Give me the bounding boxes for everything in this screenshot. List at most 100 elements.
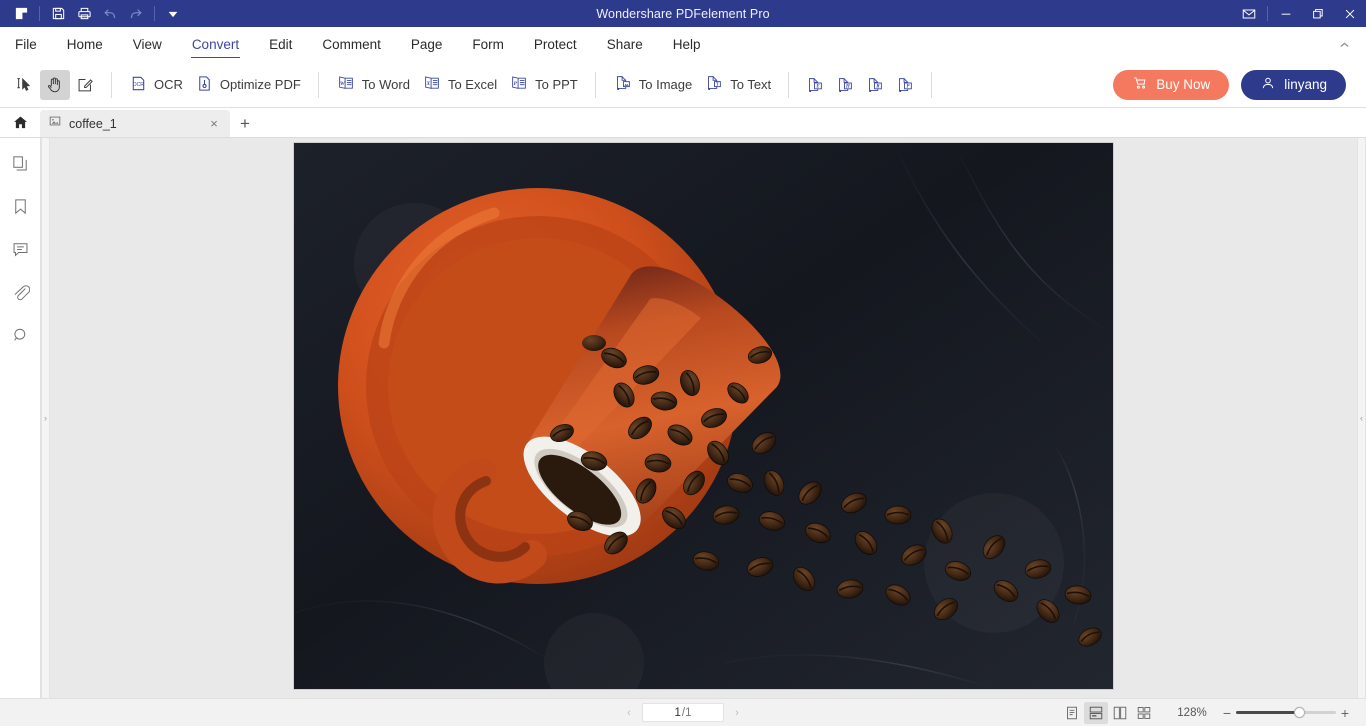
panel-attachments[interactable]	[8, 280, 32, 304]
optimize-pdf-icon	[195, 74, 214, 96]
menu-item-view[interactable]: View	[118, 27, 177, 62]
application-window: Wondershare PDFelement Pro File Home Vie…	[0, 0, 1366, 726]
svg-text:R: R	[876, 83, 880, 89]
to-epub-icon[interactable]: E	[800, 70, 830, 100]
collapse-ribbon-chevron-up-icon[interactable]	[1322, 27, 1366, 62]
menu-item-comment[interactable]: Comment	[307, 27, 396, 62]
divider	[111, 71, 112, 98]
slider-knob[interactable]	[1294, 707, 1305, 718]
status-bar: ‹ 1 /1 › 128% − +	[0, 698, 1366, 726]
print-icon[interactable]	[71, 2, 97, 25]
panel-thumbnails[interactable]	[8, 151, 32, 175]
title-bar: Wondershare PDFelement Pro	[0, 0, 1366, 27]
menu-item-page[interactable]: Page	[396, 27, 458, 62]
document-tab[interactable]: coffee_1 ×	[40, 110, 230, 137]
coffee-photo	[294, 143, 1113, 689]
quick-access-toolbar	[0, 2, 186, 25]
window-controls	[1233, 0, 1366, 27]
panel-search[interactable]	[8, 323, 32, 347]
optimize-pdf-label: Optimize PDF	[219, 77, 301, 92]
mail-icon[interactable]	[1233, 0, 1265, 27]
window-title: Wondershare PDFelement Pro	[596, 6, 770, 21]
divider	[1267, 6, 1268, 21]
divider	[594, 71, 596, 98]
pdf-page	[294, 143, 1113, 689]
divider	[317, 71, 319, 98]
to-pdfa-icon[interactable]: P	[890, 70, 920, 100]
page-number-input[interactable]: 1 /1	[642, 703, 724, 722]
save-icon[interactable]	[45, 2, 71, 25]
menu-item-convert[interactable]: Convert	[177, 27, 254, 62]
home-icon[interactable]	[0, 108, 40, 137]
optimize-pdf-button[interactable]: Optimize PDF	[189, 70, 307, 100]
user-icon	[1260, 75, 1276, 94]
to-word-icon: W	[336, 73, 356, 96]
ocr-button[interactable]: OCR OCR	[123, 70, 189, 100]
to-text-button[interactable]: T To Text	[698, 70, 777, 100]
to-image-icon	[613, 73, 633, 96]
buy-now-label: Buy Now	[1156, 77, 1211, 92]
slider-fill	[1236, 711, 1298, 714]
restore-icon[interactable]	[1302, 0, 1334, 27]
account-label: linyang	[1284, 77, 1327, 92]
new-tab-button[interactable]: +	[230, 110, 260, 137]
divider	[39, 6, 40, 21]
to-rtf-icon[interactable]: R	[860, 70, 890, 100]
ribbon-toolbar: OCR OCR Optimize PDF W To Word X To Exce…	[0, 62, 1366, 108]
close-tab-icon[interactable]: ×	[206, 116, 222, 132]
current-page-value: 1	[674, 706, 681, 719]
menu-item-form[interactable]: Form	[457, 27, 519, 62]
workspace: › ‹	[0, 137, 1366, 698]
to-image-label: To Image	[638, 77, 693, 92]
hand-tool-icon[interactable]	[40, 69, 70, 100]
ribbon-right-actions: Buy Now linyang	[1113, 69, 1366, 100]
menu-item-protect[interactable]: Protect	[519, 27, 592, 62]
svg-text:T: T	[716, 82, 719, 87]
redo-icon[interactable]	[123, 2, 149, 25]
buy-now-button[interactable]: Buy Now	[1113, 69, 1230, 100]
menu-item-home[interactable]: Home	[52, 27, 118, 62]
ocr-icon: OCR	[129, 74, 148, 96]
previous-page-button[interactable]: ‹	[620, 704, 638, 722]
to-text-icon: T	[704, 73, 724, 96]
to-excel-button[interactable]: X To Excel	[416, 70, 503, 100]
divider	[931, 71, 933, 98]
logo-icon[interactable]	[8, 2, 34, 25]
zoom-slider[interactable]	[1236, 706, 1336, 720]
document-viewer[interactable]	[50, 138, 1357, 698]
to-word-label: To Word	[361, 77, 410, 92]
undo-icon[interactable]	[97, 2, 123, 25]
svg-text:X: X	[425, 81, 430, 87]
menu-item-help[interactable]: Help	[658, 27, 716, 62]
menu-item-edit[interactable]: Edit	[254, 27, 307, 62]
panel-comments[interactable]	[8, 237, 32, 261]
to-text-label: To Text	[730, 77, 772, 92]
to-ppt-button[interactable]: P To PPT	[503, 70, 584, 100]
menu-bar: File Home View Convert Edit Comment Page…	[0, 27, 1366, 62]
to-html-icon[interactable]: H	[830, 70, 860, 100]
panel-bookmarks[interactable]	[8, 194, 32, 218]
left-panel-collapse-handle[interactable]: ›	[41, 138, 50, 698]
to-ppt-label: To PPT	[535, 77, 578, 92]
edit-annotate-icon[interactable]	[70, 70, 100, 100]
pdf-file-icon	[48, 114, 62, 133]
customize-dropdown-icon[interactable]	[160, 2, 186, 25]
select-text-cursor-icon[interactable]	[10, 70, 40, 100]
right-panel-collapse-handle[interactable]: ‹	[1357, 138, 1366, 698]
account-button[interactable]: linyang	[1241, 69, 1346, 100]
to-image-button[interactable]: To Image	[607, 70, 698, 100]
svg-text:OCR: OCR	[133, 81, 145, 87]
menu-item-share[interactable]: Share	[592, 27, 658, 62]
to-excel-label: To Excel	[447, 77, 498, 92]
menu-item-file[interactable]: File	[0, 27, 52, 62]
tab-strip: coffee_1 × +	[0, 108, 1366, 137]
divider	[788, 71, 790, 98]
next-page-button[interactable]: ›	[728, 704, 746, 722]
to-word-button[interactable]: W To Word	[330, 70, 416, 100]
cart-icon	[1132, 75, 1148, 94]
svg-text:E: E	[815, 83, 820, 89]
close-icon[interactable]	[1334, 0, 1366, 27]
page-navigation: ‹ 1 /1 ›	[0, 703, 1366, 722]
to-ppt-icon: P	[509, 73, 529, 96]
minimize-icon[interactable]	[1270, 0, 1302, 27]
